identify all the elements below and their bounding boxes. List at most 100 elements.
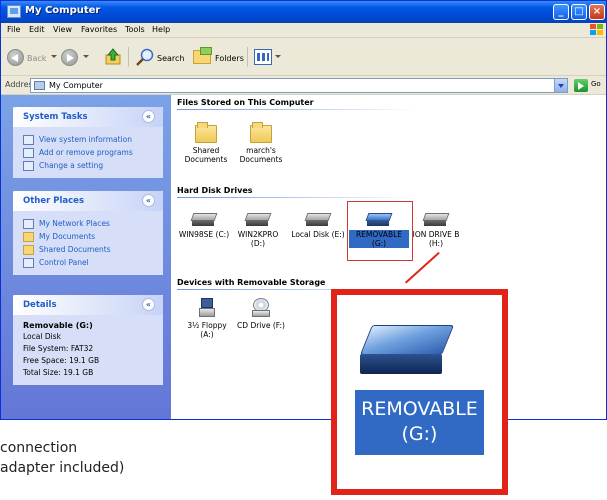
place-label: Control Panel (39, 258, 89, 267)
item-label: CD Drive (F:) (237, 321, 285, 330)
other-places-panel: Other Places « My Network Places My Docu… (13, 191, 163, 275)
group-header-stored: Files Stored on This Computer (177, 98, 314, 107)
hard-drive-icon (190, 213, 218, 227)
go-button[interactable]: Go (591, 80, 601, 88)
folder-up-icon[interactable] (105, 48, 121, 65)
removable-drive-icon (359, 325, 455, 377)
task-add-remove-programs[interactable]: Add or remove programs (23, 146, 155, 159)
network-places-icon (23, 219, 34, 229)
item-label: ION DRIVE B (H:) (412, 230, 460, 248)
drive-f-cd[interactable]: CD Drive (F:) (231, 298, 291, 330)
system-info-icon (23, 135, 34, 145)
panel-title: Details (23, 300, 57, 310)
go-arrow-icon[interactable] (574, 79, 588, 92)
address-input[interactable]: My Computer (30, 78, 568, 93)
item-label: Local Disk (E:) (291, 230, 345, 239)
drive-c[interactable]: WIN98SE (C:) (174, 213, 234, 239)
system-tasks-header[interactable]: System Tasks « (13, 107, 163, 127)
drive-d[interactable]: WIN2KPRO (D:) (228, 213, 288, 248)
zoom-callout-frame: REMOVABLE (G:) (331, 289, 508, 495)
collapse-chevron-icon[interactable]: « (142, 110, 155, 123)
folders-button[interactable]: Folders (215, 54, 244, 63)
details-drive-type: Local Disk (23, 332, 61, 341)
address-bar: Address My Computer Go (1, 76, 606, 95)
item-label: Shared Documents (184, 146, 228, 164)
panel-title: Other Places (23, 196, 84, 206)
drive-a-floppy[interactable]: 3½ Floppy (A:) (177, 298, 237, 339)
details-drive-name: Removable (G:) (23, 321, 93, 330)
menu-tools[interactable]: Tools (125, 25, 145, 34)
folder-icon (23, 232, 34, 242)
details-free-space: Free Space: 19.1 GB (23, 356, 100, 365)
menu-bar: File Edit View Favorites Tools Help (1, 23, 606, 38)
search-button[interactable]: Search (157, 54, 184, 63)
place-label: Shared Documents (39, 245, 111, 254)
menu-edit[interactable]: Edit (29, 25, 45, 34)
menu-favorites[interactable]: Favorites (81, 25, 117, 34)
hard-drive-icon (422, 213, 450, 227)
back-arrow-icon[interactable] (7, 49, 24, 66)
item-label: march's Documents (239, 146, 283, 164)
title-bar[interactable]: My Computer _ □ × (1, 1, 606, 23)
place-my-documents[interactable]: My Documents (23, 230, 155, 243)
folders-icon[interactable] (193, 47, 212, 64)
place-label: My Documents (39, 232, 96, 241)
menu-view[interactable]: View (53, 25, 72, 34)
views-dropdown-icon[interactable] (275, 55, 281, 58)
place-control-panel[interactable]: Control Panel (23, 256, 155, 269)
other-places-header[interactable]: Other Places « (13, 191, 163, 211)
group-header-removable: Devices with Removable Storage (177, 278, 326, 287)
search-icon[interactable] (135, 48, 155, 66)
drive-h[interactable]: ION DRIVE B (H:) (406, 213, 466, 248)
control-panel-icon (23, 161, 34, 171)
close-button[interactable]: × (589, 4, 605, 20)
back-button[interactable]: Back (27, 54, 46, 63)
task-change-setting[interactable]: Change a setting (23, 159, 155, 172)
toolbar-separator (247, 47, 248, 67)
folder-icon (195, 122, 217, 143)
place-label: My Network Places (39, 219, 110, 228)
address-dropdown-icon[interactable] (554, 79, 567, 92)
back-dropdown-icon[interactable] (51, 55, 57, 58)
explorer-window: My Computer _ □ × File Edit View Favorit… (0, 0, 607, 420)
removable-drive-icon (365, 213, 393, 227)
item-shared-documents[interactable]: Shared Documents (176, 122, 236, 164)
details-header[interactable]: Details « (13, 295, 163, 315)
task-label: Change a setting (39, 161, 104, 170)
caption-line-1: connection (0, 440, 78, 456)
task-label: View system information (39, 135, 132, 144)
menu-help[interactable]: Help (152, 25, 170, 34)
drive-g-selected[interactable]: REMOVABLE (G:) (349, 213, 409, 248)
toolbar-separator (128, 47, 129, 67)
caption-line-2: adapter included) (0, 460, 125, 476)
details-panel: Details « Removable (G:) Local Disk File… (13, 295, 163, 385)
address-value: My Computer (49, 81, 103, 90)
panel-body: View system information Add or remove pr… (13, 127, 163, 178)
add-remove-icon (23, 148, 34, 158)
details-total-size: Total Size: 19.1 GB (23, 368, 94, 377)
drive-e[interactable]: Local Disk (E:) (288, 213, 348, 239)
collapse-chevron-icon[interactable]: « (142, 298, 155, 311)
hard-drive-icon (304, 213, 332, 227)
forward-dropdown-icon[interactable] (83, 55, 89, 58)
hard-drive-icon (244, 213, 272, 227)
panel-body: Removable (G:) Local Disk File System: F… (13, 315, 163, 385)
folder-icon (23, 245, 34, 255)
minimize-button[interactable]: _ (553, 4, 569, 20)
maximize-button[interactable]: □ (571, 4, 587, 20)
menu-file[interactable]: File (7, 25, 20, 34)
forward-arrow-icon[interactable] (61, 49, 78, 66)
task-view-system-info[interactable]: View system information (23, 133, 155, 146)
windows-logo-icon (589, 24, 603, 36)
item-marchs-documents[interactable]: march's Documents (231, 122, 291, 164)
collapse-chevron-icon[interactable]: « (142, 194, 155, 207)
place-network[interactable]: My Network Places (23, 217, 155, 230)
group-header-hdd: Hard Disk Drives (177, 186, 253, 195)
cd-drive-icon (252, 298, 270, 318)
views-icon[interactable] (254, 49, 272, 65)
system-tasks-panel: System Tasks « View system information A… (13, 107, 163, 178)
toolbar: Back Search Folders (1, 38, 606, 76)
place-shared-documents[interactable]: Shared Documents (23, 243, 155, 256)
group-divider (177, 197, 417, 198)
my-computer-icon (34, 81, 45, 90)
